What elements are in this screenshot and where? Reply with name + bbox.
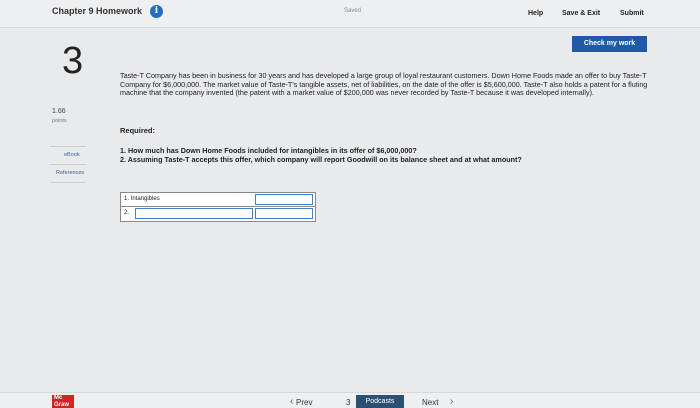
answer-row-1-label: 1. Intangibles: [124, 196, 160, 202]
goodwill-company-input[interactable]: [135, 208, 253, 219]
check-my-work-button[interactable]: Check my work: [572, 36, 647, 52]
question-item-2: 2. Assuming Taste-T accepts this offer, …: [120, 155, 522, 164]
problem-text: Taste-T Company has been in business for…: [120, 71, 648, 98]
answer-row-2-label: 2.: [124, 210, 130, 216]
page-number: 3: [346, 398, 351, 407]
answer-row-1: 1. Intangibles: [121, 193, 315, 207]
next-button[interactable]: Next: [422, 398, 438, 407]
prev-button[interactable]: Prev: [296, 398, 312, 407]
points-label: points: [52, 118, 67, 124]
info-icon[interactable]: i: [150, 5, 163, 18]
question-list: 1. How much has Down Home Foods included…: [120, 146, 522, 164]
divider: [50, 146, 86, 147]
goodwill-amount-input[interactable]: [255, 208, 313, 219]
mcgraw-logo: Mc Graw: [52, 395, 74, 408]
podcasts-button[interactable]: Podcasts: [356, 395, 404, 408]
required-label: Required:: [120, 126, 156, 135]
chevron-left-icon[interactable]: ‹: [290, 396, 293, 407]
assignment-title: Chapter 9 Homework: [52, 6, 143, 16]
submit-link[interactable]: Submit: [620, 10, 644, 17]
help-link[interactable]: Help: [528, 10, 543, 17]
ebook-link[interactable]: eBook: [64, 152, 80, 158]
references-link[interactable]: References: [56, 170, 84, 176]
intangibles-input[interactable]: [255, 194, 313, 205]
question-number: 3: [62, 40, 84, 82]
answer-row-2: 2.: [121, 207, 315, 221]
points-value: 1.66: [52, 108, 66, 115]
saved-status: Saved: [344, 8, 362, 14]
divider: [50, 182, 86, 183]
save-exit-link[interactable]: Save & Exit: [562, 10, 600, 17]
question-item-1: 1. How much has Down Home Foods included…: [120, 146, 417, 155]
divider: [50, 164, 86, 165]
answer-table: 1. Intangibles 2.: [120, 192, 316, 222]
chevron-right-icon[interactable]: ›: [450, 396, 453, 407]
